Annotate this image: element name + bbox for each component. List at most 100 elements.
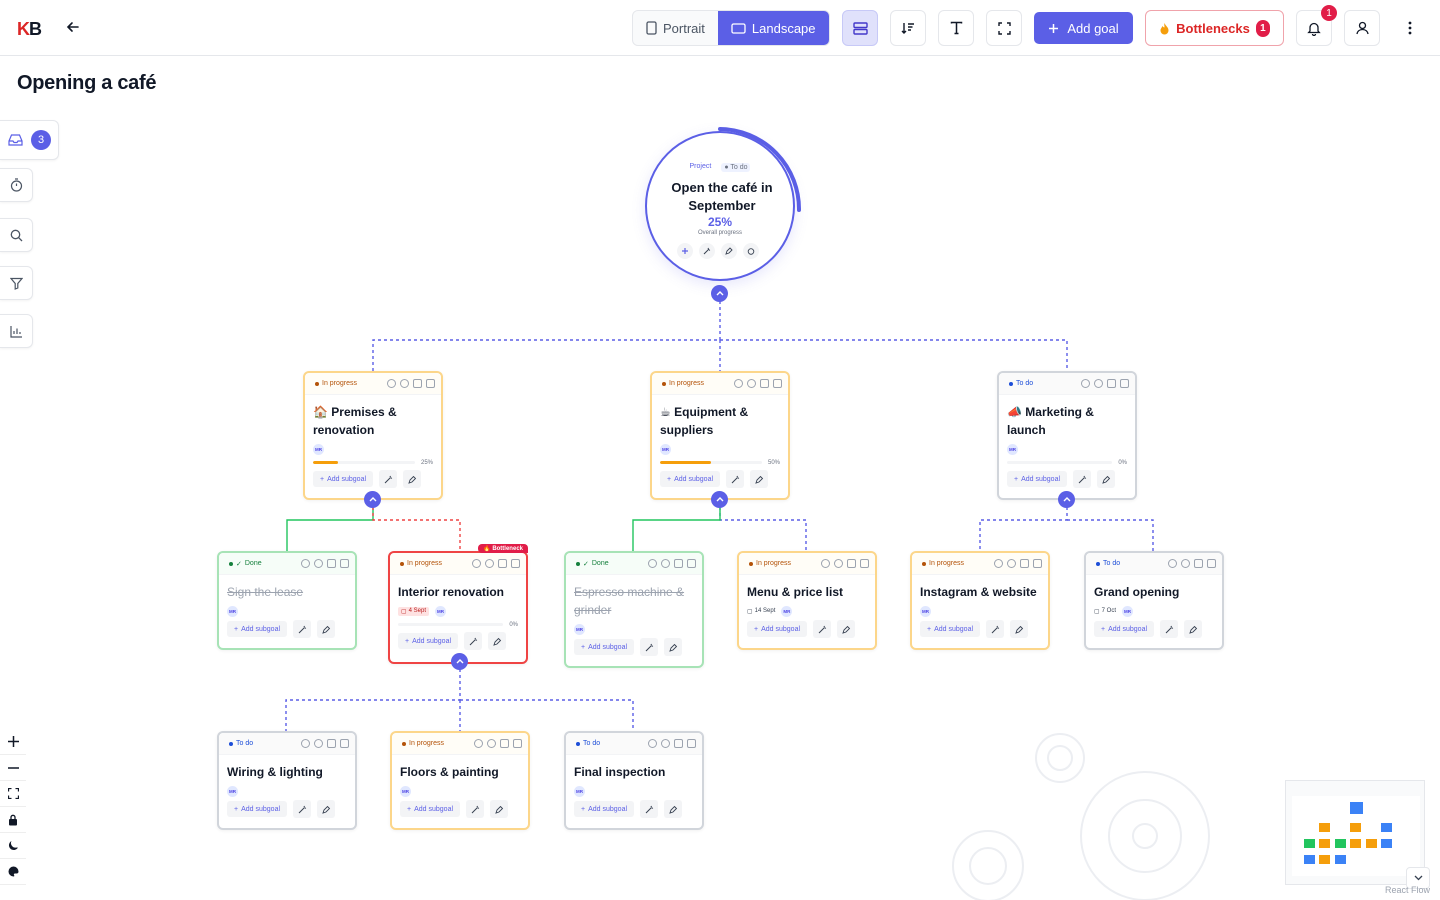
goal-title: Grand opening — [1094, 585, 1180, 599]
progress-value: 0% — [509, 621, 518, 628]
magic-wand-icon[interactable] — [293, 620, 312, 638]
card-actions-icons[interactable] — [474, 739, 522, 748]
goal-card-equipment[interactable]: In progress ☕ Equipment & suppliers MR 5… — [650, 371, 790, 500]
magic-wand-icon[interactable] — [699, 243, 715, 259]
edit-pencil-icon[interactable] — [1097, 470, 1116, 488]
collapse-toggle[interactable] — [451, 653, 468, 670]
edit-pencil-icon[interactable] — [750, 470, 769, 488]
card-actions-icons[interactable] — [1168, 559, 1216, 568]
edit-pencil-icon[interactable] — [721, 243, 737, 259]
collapse-toggle[interactable] — [1058, 491, 1075, 508]
card-actions-icons[interactable] — [648, 739, 696, 748]
goal-title: Final inspection — [574, 765, 666, 779]
edit-pencil-icon[interactable] — [317, 620, 336, 638]
add-subgoal-button[interactable]: + Add subgoal — [920, 621, 981, 637]
magic-wand-icon[interactable] — [640, 800, 659, 818]
edit-pencil-icon[interactable] — [1010, 620, 1029, 638]
goal-card-espresso[interactable]: ✓ Done Espresso machine & grinder MR + A… — [564, 551, 704, 668]
magic-wand-icon[interactable] — [726, 470, 745, 488]
magic-wand-icon[interactable] — [640, 638, 659, 656]
card-actions-icons[interactable] — [821, 559, 869, 568]
house-icon: 🏠 — [313, 405, 328, 419]
magic-wand-icon[interactable] — [1160, 620, 1179, 638]
magic-wand-icon[interactable] — [379, 470, 398, 488]
add-subgoal-button[interactable]: + Add subgoal — [574, 639, 635, 655]
card-actions-icons[interactable] — [472, 559, 520, 568]
goal-title: Floors & painting — [400, 765, 499, 779]
progress-value: 25% — [420, 459, 433, 466]
card-actions-icons[interactable] — [648, 559, 696, 568]
magic-wand-icon[interactable] — [466, 800, 485, 818]
add-subgoal-button[interactable]: + Add subgoal — [1094, 621, 1155, 637]
goal-card-marketing[interactable]: To do 📣 Marketing & launch MR 0% + Add s… — [997, 371, 1137, 500]
edit-pencil-icon[interactable] — [664, 638, 683, 656]
coffee-icon: ☕ — [660, 405, 671, 419]
status-badge: In progress — [662, 380, 704, 387]
goal-card-wiring[interactable]: To do Wiring & lighting MR + Add subgoal — [217, 731, 357, 830]
add-subgoal-button[interactable]: + Add subgoal — [400, 801, 461, 817]
goal-title: Espresso machine & grinder — [574, 585, 685, 617]
avatar: MR — [660, 443, 671, 455]
magic-wand-icon[interactable] — [813, 620, 832, 638]
timer-icon[interactable] — [743, 243, 759, 259]
card-actions-icons[interactable] — [1081, 379, 1129, 388]
edit-pencil-icon[interactable] — [490, 800, 509, 818]
magic-wand-icon[interactable] — [293, 800, 312, 818]
goal-title: Interior renovation — [398, 585, 505, 599]
magic-wand-icon[interactable] — [986, 620, 1005, 638]
add-subgoal-button[interactable]: + Add subgoal — [227, 801, 288, 817]
goal-card-inspection[interactable]: To do Final inspection MR + Add subgoal — [564, 731, 704, 830]
overall-progress-label: Overall progress — [697, 230, 742, 236]
collapse-toggle[interactable] — [711, 285, 728, 302]
progress-bar — [1007, 461, 1113, 464]
react-flow-attribution[interactable]: React Flow — [1385, 885, 1430, 895]
goal-title: ☕ Equipment & suppliers — [660, 405, 749, 437]
add-subgoal-button[interactable]: + Add subgoal — [574, 801, 635, 817]
goal-card-menu[interactable]: In progress Menu & price list ▢ 14 Sept M… — [737, 551, 877, 650]
chevron-up-icon — [1063, 497, 1070, 502]
edit-pencil-icon[interactable] — [317, 800, 336, 818]
goal-card-premises[interactable]: In progress 🏠 Premises & renovation MR 2… — [303, 371, 443, 500]
goal-card-lease[interactable]: ✓ Done Sign the lease MR + Add subgoal — [217, 551, 357, 650]
progress-bar — [313, 461, 415, 464]
magic-wand-icon[interactable] — [1073, 470, 1092, 488]
root-goal-title: Open the café in September — [671, 180, 773, 213]
edit-pencil-icon[interactable] — [837, 620, 856, 638]
card-actions-icons[interactable] — [387, 379, 435, 388]
goal-card-interior[interactable]: 🔥 Bottleneck In progress Interior renova… — [388, 544, 528, 664]
card-actions-icons[interactable] — [301, 559, 349, 568]
edit-pencil-icon[interactable] — [403, 470, 422, 488]
minimap[interactable] — [1285, 780, 1425, 885]
collapse-toggle[interactable] — [364, 491, 381, 508]
edit-pencil-icon[interactable] — [1184, 620, 1203, 638]
add-subgoal-button[interactable]: + Add subgoal — [313, 471, 374, 487]
collapse-toggle[interactable] — [711, 491, 728, 508]
add-subgoal-button[interactable]: + Add subgoal — [227, 621, 288, 637]
status-badge: To do — [229, 740, 253, 747]
edit-pencil-icon[interactable] — [488, 632, 507, 650]
progress-value: 50% — [767, 459, 780, 466]
card-actions-icons[interactable] — [301, 739, 349, 748]
status-badge: ✓ Done — [229, 560, 262, 568]
status-badge: To do — [1096, 560, 1120, 567]
goal-card-grand-opening[interactable]: To do Grand opening ▢ 7 Oct MR + Add subg… — [1084, 551, 1224, 650]
add-subgoal-button[interactable]: + Add subgoal — [1007, 471, 1068, 487]
goal-card-instagram[interactable]: In progress Instagram & website MR + Add… — [910, 551, 1050, 650]
minimap-viewport[interactable] — [1292, 796, 1420, 876]
avatar: MR — [1007, 443, 1018, 455]
avatar: MR — [574, 785, 585, 797]
avatar: MR — [781, 605, 793, 617]
add-subgoal-button[interactable]: + Add subgoal — [398, 633, 459, 649]
avatar: MR — [574, 623, 585, 635]
add-subgoal-button[interactable]: + Add subgoal — [747, 621, 808, 637]
edit-pencil-icon[interactable] — [664, 800, 683, 818]
goal-card-floors[interactable]: In progress Floors & painting MR + Add s… — [390, 731, 530, 830]
add-subgoal-plus-icon[interactable] — [677, 243, 693, 259]
progress-bar — [398, 623, 504, 626]
bottleneck-flag: 🔥 Bottleneck — [478, 544, 528, 553]
card-actions-icons[interactable] — [734, 379, 782, 388]
card-actions-icons[interactable] — [994, 559, 1042, 568]
magic-wand-icon[interactable] — [464, 632, 483, 650]
root-goal-node[interactable]: Project ● To do Open the café in Septemb… — [645, 131, 795, 281]
add-subgoal-button[interactable]: + Add subgoal — [660, 471, 721, 487]
